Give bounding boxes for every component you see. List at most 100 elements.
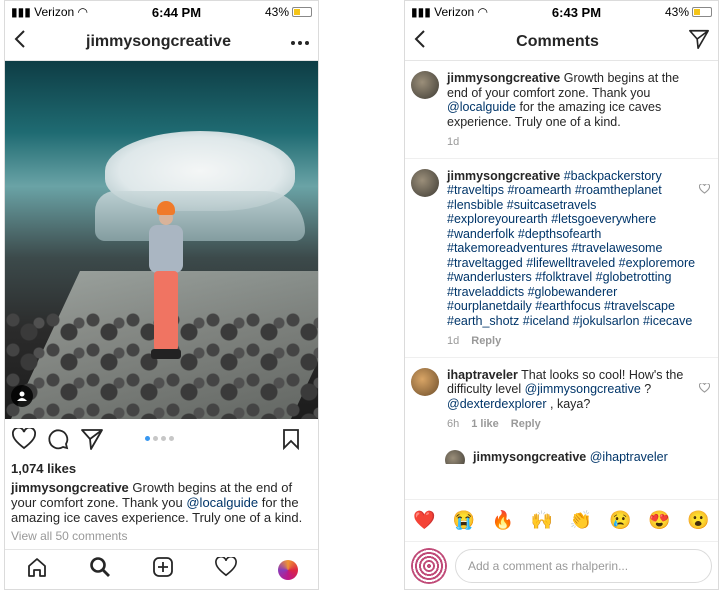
comment-icon[interactable] [45, 426, 71, 452]
activity-heart-icon[interactable] [214, 555, 237, 582]
nav-bar: Comments [405, 23, 718, 61]
comment-username[interactable]: jimmysongcreative [473, 450, 586, 464]
battery-icon [292, 7, 312, 17]
comment-time: 1d [447, 136, 460, 148]
home-icon[interactable] [26, 556, 48, 583]
emoji-quick-bar: ❤️ 😭 🔥 🙌 👏 😢 😍 😮 [405, 499, 718, 541]
caption-username[interactable]: jimmysongcreative [11, 480, 129, 495]
comment-item: ihaptraveler That looks so cool! How's t… [405, 358, 718, 440]
battery-label: 43% [664, 5, 689, 19]
comment-likes[interactable]: 1 like [471, 418, 499, 430]
wifi-icon: ◠ [477, 5, 489, 19]
reply-button[interactable]: Reply [511, 418, 541, 430]
like-heart-icon[interactable] [11, 426, 37, 452]
profile-avatar[interactable] [277, 559, 298, 580]
person-figure [145, 201, 185, 361]
avatar[interactable] [411, 367, 439, 396]
comment-mention[interactable]: @ihaptraveler [590, 450, 668, 464]
carrier: ▮▮▮ Verizon ◠ [411, 5, 489, 19]
more-options-icon[interactable] [290, 33, 310, 51]
avatar[interactable] [445, 449, 465, 464]
likes-count[interactable]: 1,074 likes [5, 461, 318, 476]
user-tag-icon[interactable] [11, 385, 33, 407]
share-icon[interactable] [79, 426, 105, 452]
battery-label: 43% [264, 5, 289, 19]
carousel-dots [145, 436, 174, 441]
reply-button[interactable]: Reply [471, 335, 501, 347]
comment-like-heart-icon[interactable] [698, 380, 711, 398]
post-screen: ▮▮▮ Verizon ◠ 6:44 PM 43% jimmysongcreat… [4, 0, 319, 590]
comment-body: jimmysongcreative @ihaptraveler [473, 450, 712, 464]
battery-icon [692, 7, 712, 17]
battery: 43% [665, 5, 712, 19]
comment-hashtags[interactable]: #backpackerstory #traveltips #roamearth … [447, 169, 695, 328]
carousel-dot [153, 436, 158, 441]
emoji-heart-eyes[interactable]: 😍 [648, 510, 670, 531]
comment-like-heart-icon[interactable] [698, 181, 711, 199]
comment-mention[interactable]: @dexterdexplorer [447, 397, 547, 411]
emoji-raised-hands[interactable]: 🙌 [531, 510, 553, 531]
comments-screen: ▮▮▮ Verizon ◠ 6:43 PM 43% Comments jimmy… [404, 0, 719, 590]
comment-body: jimmysongcreative #backpackerstory #trav… [447, 169, 712, 349]
new-post-icon[interactable] [152, 556, 174, 583]
comment-body: ihaptraveler That looks so cool! How's t… [447, 368, 712, 432]
status-bar: ▮▮▮ Verizon ◠ 6:43 PM 43% [405, 1, 718, 23]
search-icon[interactable] [89, 556, 111, 583]
back-icon[interactable] [13, 29, 27, 54]
emoji-surprised[interactable]: 😮 [687, 510, 709, 531]
pants [154, 271, 178, 351]
carousel-dot [169, 436, 174, 441]
comment-meta: 1d Reply [447, 334, 698, 349]
nav-bar: jimmysongcreative [5, 23, 318, 61]
battery: 43% [265, 5, 312, 19]
boots [151, 349, 181, 359]
comment-meta: 6h 1 like Reply [447, 417, 698, 432]
helmet [157, 201, 175, 215]
post-caption: jimmysongcreative Growth begins at the e… [5, 476, 318, 525]
caption-mention[interactable]: @localguide [186, 495, 258, 510]
carousel-dot [161, 436, 166, 441]
comment-time: 1d [447, 335, 460, 347]
view-all-comments-link[interactable]: View all 50 comments [5, 525, 318, 547]
comment-meta: 1d [447, 135, 698, 150]
status-bar: ▮▮▮ Verizon ◠ 6:44 PM 43% [5, 1, 318, 23]
comment-mention[interactable]: @localguide [447, 100, 516, 114]
comment-mention[interactable]: @jimmysongcreative [525, 382, 641, 396]
emoji-fire[interactable]: 🔥 [492, 510, 514, 531]
emoji-sad[interactable]: 😢 [609, 510, 631, 531]
avatar[interactable] [411, 168, 439, 197]
carrier-label: Verizon [34, 5, 75, 19]
carousel-dot [145, 436, 150, 441]
back-icon[interactable] [413, 29, 427, 54]
comment-username[interactable]: ihaptraveler [447, 368, 518, 382]
comment-item: jimmysongcreative #backpackerstory #trav… [405, 159, 718, 358]
emoji-heart[interactable]: ❤️ [413, 510, 435, 531]
send-icon[interactable] [688, 28, 710, 55]
post-photo[interactable] [5, 61, 318, 419]
page-title: Comments [516, 32, 599, 50]
reply-comment-item: jimmysongcreative @ihaptraveler [405, 440, 718, 464]
current-user-avatar [411, 547, 447, 584]
comment-time: 6h [447, 418, 460, 430]
comment-username[interactable]: jimmysongcreative [447, 71, 560, 85]
post-actions [5, 419, 318, 459]
comment-username[interactable]: jimmysongcreative [447, 169, 560, 183]
comment-text-end: , kaya? [546, 396, 591, 411]
bottom-tab-bar [5, 549, 318, 589]
carrier-label: Verizon [434, 5, 475, 19]
emoji-crying[interactable]: 😭 [452, 510, 474, 531]
clock: 6:43 PM [551, 4, 602, 20]
ice-wall [95, 191, 305, 241]
comment-text-mid: ? [640, 382, 652, 396]
comment-body: jimmysongcreative Growth begins at the e… [447, 71, 712, 150]
clock: 6:44 PM [151, 4, 202, 20]
jacket [149, 225, 183, 273]
comment-input-bar [405, 541, 718, 589]
profile-title[interactable]: jimmysongcreative [86, 33, 231, 51]
comment-input[interactable] [455, 548, 712, 583]
avatar[interactable] [411, 71, 439, 99]
emoji-clapping[interactable]: 👏 [570, 510, 592, 531]
wifi-icon: ◠ [77, 5, 89, 19]
caption-comment: jimmysongcreative Growth begins at the e… [405, 61, 718, 159]
bookmark-icon[interactable] [278, 426, 304, 452]
